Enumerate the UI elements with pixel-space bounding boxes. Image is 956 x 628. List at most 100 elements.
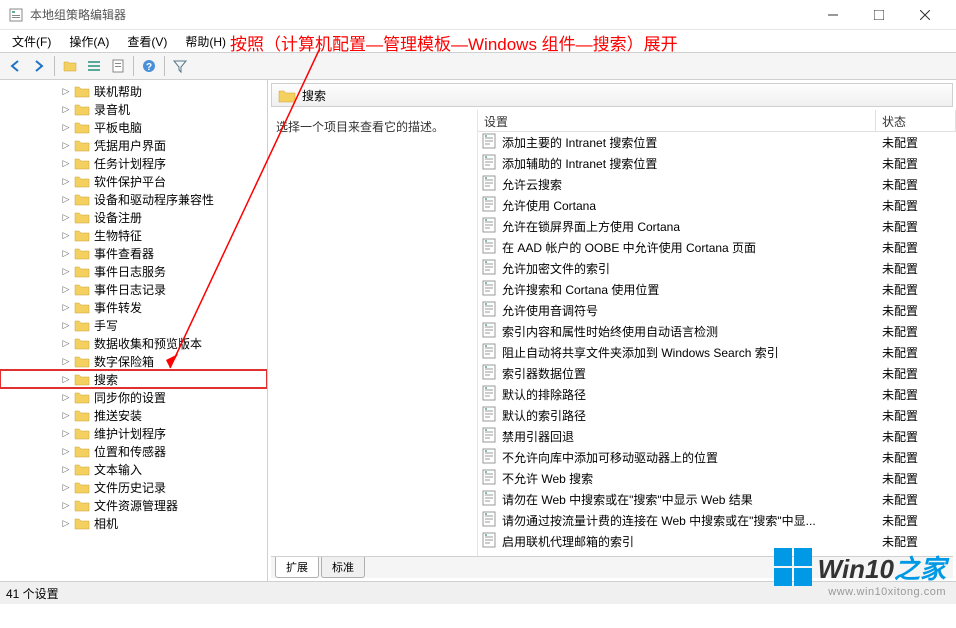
expander-icon[interactable]: ▷ [60, 355, 72, 367]
tree-item[interactable]: ▷位置和传感器 [0, 442, 267, 460]
setting-label: 允许加密文件的索引 [502, 260, 876, 277]
menu-view[interactable]: 查看(V) [119, 31, 175, 52]
properties-button[interactable] [107, 55, 129, 77]
tree-item[interactable]: ▷事件查看器 [0, 244, 267, 262]
tree-item[interactable]: ▷文件资源管理器 [0, 496, 267, 514]
minimize-button[interactable] [810, 0, 856, 30]
expander-icon[interactable]: ▷ [60, 337, 72, 349]
tree-item[interactable]: ▷相机 [0, 514, 267, 532]
list-row[interactable]: 阻止自动将共享文件夹添加到 Windows Search 索引未配置 [478, 342, 956, 363]
setting-label: 阻止自动将共享文件夹添加到 Windows Search 索引 [502, 344, 876, 361]
list-row[interactable]: 添加主要的 Intranet 搜索位置未配置 [478, 132, 956, 153]
tree-item[interactable]: ▷事件转发 [0, 298, 267, 316]
expander-icon[interactable]: ▷ [60, 517, 72, 529]
expander-icon[interactable]: ▷ [60, 445, 72, 457]
list-row[interactable]: 在 AAD 帐户的 OOBE 中允许使用 Cortana 页面未配置 [478, 237, 956, 258]
menu-file[interactable]: 文件(F) [4, 31, 59, 52]
expander-icon[interactable]: ▷ [60, 121, 72, 133]
list-row[interactable]: 默认的排除路径未配置 [478, 384, 956, 405]
expander-icon[interactable]: ▷ [60, 103, 72, 115]
tree-pane[interactable]: ▷联机帮助▷录音机▷平板电脑▷凭据用户界面▷任务计划程序▷软件保护平台▷设备和驱… [0, 80, 268, 581]
tree-item[interactable]: ▷搜索 [0, 370, 267, 388]
tree-item[interactable]: ▷文本输入 [0, 460, 267, 478]
column-setting[interactable]: 设置 [478, 110, 876, 131]
tree-item[interactable]: ▷数据收集和预览版本 [0, 334, 267, 352]
tree-item[interactable]: ▷任务计划程序 [0, 154, 267, 172]
expander-icon[interactable]: ▷ [60, 85, 72, 97]
list-row[interactable]: 请勿在 Web 中搜索或在"搜索"中显示 Web 结果未配置 [478, 489, 956, 510]
expander-icon[interactable]: ▷ [60, 427, 72, 439]
expander-icon[interactable]: ▷ [60, 211, 72, 223]
expander-icon[interactable]: ▷ [60, 265, 72, 277]
list-row[interactable]: 允许搜索和 Cortana 使用位置未配置 [478, 279, 956, 300]
expander-icon[interactable]: ▷ [60, 373, 72, 385]
list-row[interactable]: 索引内容和属性时始终使用自动语言检测未配置 [478, 321, 956, 342]
menu-action[interactable]: 操作(A) [61, 31, 117, 52]
expander-icon[interactable]: ▷ [60, 139, 72, 151]
setting-label: 默认的索引路径 [502, 407, 876, 424]
menu-help[interactable]: 帮助(H) [177, 31, 234, 52]
up-button[interactable] [59, 55, 81, 77]
list-row[interactable]: 允许云搜索未配置 [478, 174, 956, 195]
setting-state: 未配置 [876, 449, 956, 466]
expander-icon[interactable]: ▷ [60, 391, 72, 403]
expander-icon[interactable]: ▷ [60, 409, 72, 421]
expander-icon[interactable]: ▷ [60, 283, 72, 295]
tree-item[interactable]: ▷软件保护平台 [0, 172, 267, 190]
settings-list[interactable]: 设置 状态 添加主要的 Intranet 搜索位置未配置添加辅助的 Intran… [478, 110, 956, 556]
setting-label: 启用联机代理邮箱的索引 [502, 533, 876, 550]
filter-button[interactable] [169, 55, 191, 77]
tree-item[interactable]: ▷同步你的设置 [0, 388, 267, 406]
expander-icon[interactable]: ▷ [60, 319, 72, 331]
list-button[interactable] [83, 55, 105, 77]
list-row[interactable]: 添加辅助的 Intranet 搜索位置未配置 [478, 153, 956, 174]
tab-standard[interactable]: 标准 [321, 557, 365, 578]
tree-item[interactable]: ▷平板电脑 [0, 118, 267, 136]
expander-icon[interactable]: ▷ [60, 175, 72, 187]
tree-item[interactable]: ▷事件日志服务 [0, 262, 267, 280]
expander-icon[interactable]: ▷ [60, 481, 72, 493]
setting-label: 允许搜索和 Cortana 使用位置 [502, 281, 876, 298]
policy-icon [482, 238, 498, 257]
list-row[interactable]: 允许使用音调符号未配置 [478, 300, 956, 321]
tree-item-label: 凭据用户界面 [94, 137, 166, 154]
expander-icon[interactable]: ▷ [60, 247, 72, 259]
list-row[interactable]: 索引器数据位置未配置 [478, 363, 956, 384]
expander-icon[interactable]: ▷ [60, 301, 72, 313]
tree-item[interactable]: ▷录音机 [0, 100, 267, 118]
tree-item[interactable]: ▷设备和驱动程序兼容性 [0, 190, 267, 208]
expander-icon[interactable]: ▷ [60, 463, 72, 475]
maximize-button[interactable] [856, 0, 902, 30]
list-row[interactable]: 允许使用 Cortana未配置 [478, 195, 956, 216]
tree-item[interactable]: ▷文件历史记录 [0, 478, 267, 496]
expander-icon[interactable]: ▷ [60, 193, 72, 205]
tree-item-label: 设备注册 [94, 209, 142, 226]
tree-item[interactable]: ▷ 凭据用户界面 [0, 136, 267, 154]
tree-item[interactable]: ▷数字保险箱 [0, 352, 267, 370]
close-button[interactable] [902, 0, 948, 30]
list-row[interactable]: 请勿通过按流量计费的连接在 Web 中搜索或在"搜索"中显...未配置 [478, 510, 956, 531]
list-row[interactable]: 禁用引器回退未配置 [478, 426, 956, 447]
expander-icon[interactable]: ▷ [60, 499, 72, 511]
list-row[interactable]: 允许加密文件的索引未配置 [478, 258, 956, 279]
tree-item[interactable]: ▷ 生物特征 [0, 226, 267, 244]
help-button[interactable]: ? [138, 55, 160, 77]
tree-item[interactable]: ▷手写 [0, 316, 267, 334]
tree-item[interactable]: ▷维护计划程序 [0, 424, 267, 442]
list-row[interactable]: 不允许 Web 搜索未配置 [478, 468, 956, 489]
tree-item[interactable]: ▷事件日志记录 [0, 280, 267, 298]
tab-extended[interactable]: 扩展 [275, 557, 319, 578]
list-row[interactable]: 允许在锁屏界面上方使用 Cortana未配置 [478, 216, 956, 237]
tree-item[interactable]: ▷ 设备注册 [0, 208, 267, 226]
column-state[interactable]: 状态 [876, 110, 956, 131]
tree-item[interactable]: ▷推送安装 [0, 406, 267, 424]
tree-item[interactable]: ▷联机帮助 [0, 82, 267, 100]
list-row[interactable]: 启用联机代理邮箱的索引未配置 [478, 531, 956, 552]
list-row[interactable]: 默认的索引路径未配置 [478, 405, 956, 426]
back-button[interactable] [4, 55, 26, 77]
forward-button[interactable] [28, 55, 50, 77]
list-row[interactable]: 不允许向库中添加可移动驱动器上的位置未配置 [478, 447, 956, 468]
tree-item-label: 生物特征 [94, 227, 142, 244]
expander-icon[interactable]: ▷ [60, 229, 72, 241]
expander-icon[interactable]: ▷ [60, 157, 72, 169]
